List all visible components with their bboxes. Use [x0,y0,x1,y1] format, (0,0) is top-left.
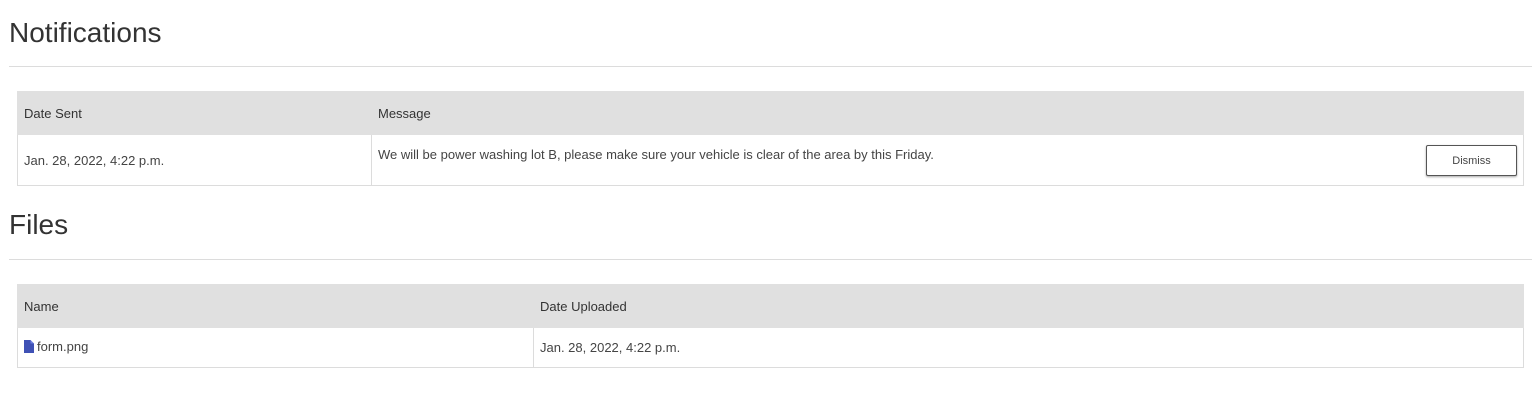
file-date-uploaded: Jan. 28, 2022, 4:22 p.m. [533,327,1524,368]
column-header-date-uploaded: Date Uploaded [533,284,1524,328]
file-icon [24,340,34,353]
notification-date-sent: Jan. 28, 2022, 4:22 p.m. [17,134,372,186]
notifications-table: Date Sent Message Jan. 28, 2022, 4:22 p.… [17,91,1524,186]
table-row: form.png Jan. 28, 2022, 4:22 p.m. [17,327,1524,368]
file-name-cell: form.png [17,327,534,368]
column-header-message: Message [371,91,1524,135]
dismiss-button[interactable]: Dismiss [1426,145,1517,176]
notification-message: We will be power washing lot B, please m… [378,147,934,162]
notification-message-cell: We will be power washing lot B, please m… [371,134,1524,186]
column-header-date-sent: Date Sent [17,91,372,135]
notifications-title: Notifications [9,17,162,48]
files-title: Files [9,209,69,240]
table-header-row: Name Date Uploaded [17,284,1524,328]
table-row: Jan. 28, 2022, 4:22 p.m. We will be powe… [17,134,1524,186]
table-header-row: Date Sent Message [17,91,1524,135]
files-divider [9,259,1532,260]
page: Notifications Date Sent Message Jan. 28,… [0,0,1539,405]
notifications-divider [9,66,1532,67]
file-link[interactable]: form.png [24,339,88,354]
files-table: Name Date Uploaded form.png Jan. 28, 202… [17,284,1524,368]
column-header-name: Name [17,284,534,328]
file-name: form.png [37,339,89,354]
